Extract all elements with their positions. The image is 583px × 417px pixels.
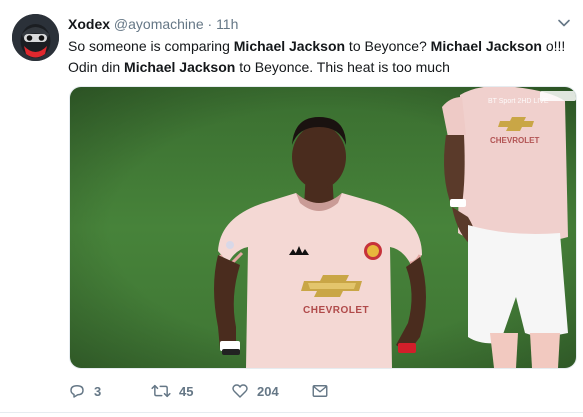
- reply-button[interactable]: 3: [68, 381, 101, 401]
- text-part: to Beyonce?: [345, 38, 431, 54]
- text-part: to Beyonce. This heat is too much: [235, 59, 450, 75]
- like-count: 204: [257, 383, 279, 399]
- tweet-text: So someone is comparing Michael Jackson …: [68, 36, 573, 78]
- divider: [0, 412, 583, 413]
- background-sponsor-text: CHEVROLET: [490, 136, 539, 145]
- reply-count: 3: [94, 383, 102, 399]
- like-button[interactable]: 204: [231, 381, 279, 401]
- text-bold-name: Michael Jackson: [430, 38, 542, 54]
- sponsor-text: CHEVROLET: [303, 305, 369, 316]
- retweet-button[interactable]: 45: [151, 381, 193, 401]
- text-bold-name: Michael Jackson: [233, 38, 346, 54]
- heart-icon: [232, 384, 248, 398]
- text-part: Odin din: [68, 59, 125, 75]
- user-handle[interactable]: @ayomachine: [114, 16, 204, 32]
- separator-dot: ·: [207, 16, 213, 32]
- avatar[interactable]: [12, 14, 59, 61]
- tweet-header: Xodex @ayomachine · 11h: [68, 15, 238, 33]
- text-part: o!!!: [541, 38, 566, 54]
- direct-message-button[interactable]: [311, 381, 329, 401]
- tweet-card[interactable]: Xodex @ayomachine · 11h So someone is co…: [0, 0, 583, 417]
- retweet-icon: [151, 384, 171, 398]
- text-part: So someone is comparing: [68, 38, 234, 54]
- envelope-icon: [312, 385, 328, 397]
- display-name[interactable]: Xodex: [68, 16, 110, 32]
- tweet-photo[interactable]: BT Sport 2HD LIVE CHEVROLET CHEVROLET: [69, 86, 577, 369]
- broadcaster-logo: BT Sport 2HD LIVE: [488, 98, 549, 105]
- text-bold-name: Michael Jackson: [124, 59, 236, 75]
- tweet-timestamp[interactable]: 11h: [216, 16, 238, 32]
- reply-icon: [70, 385, 84, 398]
- retweet-count: 45: [179, 383, 194, 399]
- more-options-chevron-icon[interactable]: [557, 16, 571, 30]
